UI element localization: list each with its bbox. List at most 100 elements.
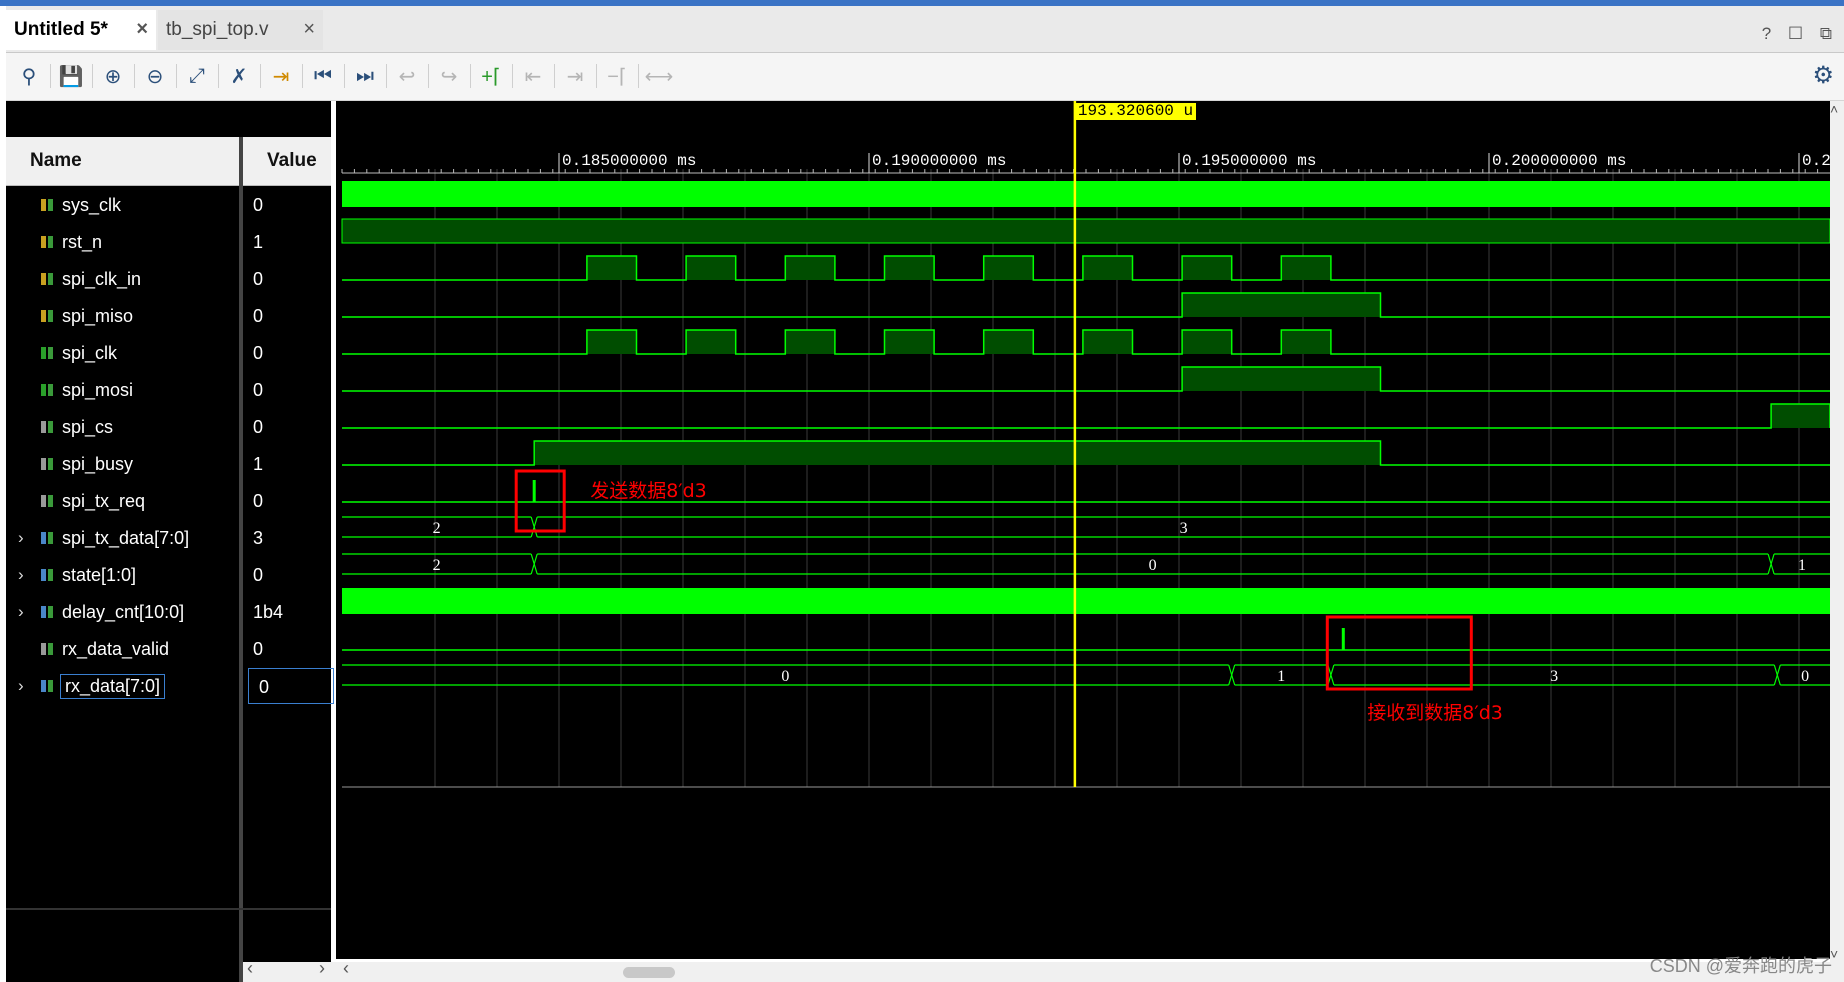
signal-value[interactable]: 1 — [243, 446, 331, 483]
spi-clk-in-wave-fill — [686, 256, 736, 280]
expand-chevron-icon[interactable]: › — [18, 602, 24, 622]
signal-reg-icon — [40, 456, 54, 472]
signal-row-spi-tx-data70[interactable]: › spi_tx_data[7:0] — [6, 520, 239, 557]
state10-wave-value-label: 1 — [1798, 557, 1806, 574]
signal-value[interactable]: 0 — [243, 631, 331, 668]
receive-annotation: 接收到数据8′d3 — [1367, 702, 1503, 724]
waveform-canvas[interactable]: 0.185000000 ms 0.190000000 ms 0.195000000 … — [336, 101, 1844, 959]
tab-label: tb_spi_top.v — [166, 19, 269, 40]
signal-value[interactable]: 1b4 — [243, 594, 331, 631]
go-to-time-zero-icon[interactable]: ⏮ — [306, 60, 340, 92]
previous-transition-icon[interactable]: ↩ — [390, 60, 424, 92]
rx-data70-wave-value-label: 0 — [1801, 668, 1809, 685]
signal-row-spi-miso[interactable]: spi_miso — [6, 298, 239, 335]
receive-highlight-box — [1325, 615, 1473, 691]
scroll-thumb[interactable] — [623, 967, 675, 978]
wave-scroll-left-icon[interactable]: ‹ — [343, 958, 349, 979]
signal-value[interactable]: 0 — [243, 298, 331, 335]
rx-data70-wave-transition — [1231, 664, 1236, 686]
close-icon[interactable]: × — [303, 18, 315, 41]
spi-clk-in-wave-fill — [586, 256, 637, 280]
signal-row-rx-data70[interactable]: › rx_data[7:0] — [6, 668, 239, 705]
signal-value[interactable]: 0 — [243, 483, 331, 520]
signal-row-spi-busy[interactable]: spi_busy — [6, 446, 239, 483]
add-marker-icon[interactable]: +⌈ — [474, 60, 508, 92]
signal-name: rst_n — [62, 232, 103, 252]
value-column-header[interactable]: Value — [243, 137, 331, 186]
signal-value[interactable]: 0 — [243, 261, 331, 298]
expand-chevron-icon[interactable]: › — [18, 676, 24, 696]
name-column-header[interactable]: Name — [6, 137, 239, 186]
scroll-right-icon[interactable]: › — [319, 958, 325, 979]
signal-value[interactable]: 0 — [243, 372, 331, 409]
save-icon[interactable]: 💾 — [54, 60, 88, 92]
rx-data70-wave-value-label: 0 — [781, 668, 789, 685]
waveform-toolbar: ⚲ 💾 ⊕ ⊖ ⤢ ✗ ⇥ ⏮ ⏭ ↩ ↪ +⌈ ⇤ ⇥ −⌈ ⟷ ⚙ — [6, 53, 1844, 101]
panel-divider — [6, 908, 331, 910]
signal-input-icon — [40, 271, 54, 287]
zoom-out-icon[interactable]: ⊖ — [138, 60, 172, 92]
next-transition-icon[interactable]: ↪ — [432, 60, 466, 92]
swap-cursors-icon[interactable]: −⌈ — [600, 60, 634, 92]
close-icon[interactable]: × — [136, 18, 148, 41]
signal-value[interactable]: 0 — [243, 187, 331, 224]
cursor-to-center-icon[interactable]: ✗ — [222, 60, 256, 92]
signal-value-text: 0 — [253, 417, 264, 437]
signal-value[interactable]: 0 — [243, 335, 331, 372]
signal-row-spi-cs[interactable]: spi_cs — [6, 409, 239, 446]
cursor-time-label[interactable]: 193.320600 u — [1074, 103, 1197, 120]
spi-clk-wave-fill — [1281, 330, 1331, 354]
spi-mosi-wave-fill — [1182, 367, 1381, 391]
spi-clk-wave-fill — [586, 330, 637, 354]
signal-row-spi-tx-req[interactable]: spi_tx_req — [6, 483, 239, 520]
tab-tb-spi-top[interactable]: tb_spi_top.v × — [158, 10, 323, 50]
signal-row-rst-n[interactable]: rst_n — [6, 224, 239, 261]
waveform-viewer[interactable]: 0.185000000 ms 0.190000000 ms 0.195000000 … — [336, 101, 1844, 959]
horizontal-scrollbar[interactable]: ‹ › ‹ — [243, 958, 1844, 982]
bus-icon — [40, 604, 54, 620]
previous-marker-icon[interactable]: ⇤ — [516, 60, 550, 92]
signal-name: spi_tx_req — [62, 491, 146, 511]
settings-icon[interactable]: ⚙ — [1812, 61, 1834, 90]
spi-mosi-wave-trace — [342, 366, 1830, 392]
zoom-in-icon[interactable]: ⊕ — [96, 60, 130, 92]
signal-value[interactable]: 0 — [243, 409, 331, 446]
signal-reg-icon — [40, 493, 54, 509]
delay-cnt100-wave — [342, 588, 1830, 614]
signal-name: spi_mosi — [62, 380, 134, 400]
signal-value-text: 0 — [253, 343, 264, 363]
signal-value[interactable]: 3 — [243, 520, 331, 557]
sys-clk-wave — [342, 181, 1830, 207]
signal-row-spi-clk-in[interactable]: spi_clk_in — [6, 261, 239, 298]
signal-row-sys-clk[interactable]: sys_clk — [6, 187, 239, 224]
axis-tick-label: 0.190000000 ms — [872, 152, 1006, 170]
next-marker-icon[interactable]: ⇥ — [558, 60, 592, 92]
signal-row-delay-cnt100[interactable]: › delay_cnt[10:0] — [6, 594, 239, 631]
vertical-scrollbar[interactable]: ˄ ˅ — [1830, 101, 1844, 962]
axis-tick-label: 0.200000000 ms — [1492, 152, 1626, 170]
signal-reg-icon — [40, 419, 54, 435]
send-annotation: 发送数据8′d3 — [590, 480, 707, 502]
signal-value[interactable]: 1 — [243, 224, 331, 261]
signal-row-rx-data-valid[interactable]: rx_data_valid — [6, 631, 239, 668]
signal-value[interactable]: 0 — [248, 668, 334, 704]
tab-untitled-5[interactable]: Untitled 5* × — [6, 10, 156, 50]
watermark: CSDN @爱奔跑的虎子 — [1649, 956, 1832, 976]
signal-row-state10[interactable]: › state[1:0] — [6, 557, 239, 594]
signal-name: rx_data_valid — [62, 639, 170, 659]
scroll-up-icon[interactable]: ˄ — [1830, 101, 1838, 117]
signal-row-spi-mosi[interactable]: spi_mosi — [6, 372, 239, 409]
signal-value[interactable]: 0 — [243, 557, 331, 594]
snap-to-transition-icon[interactable]: ⟷ — [642, 60, 676, 92]
window-controls[interactable]: ? ☐ ⧉ — [1762, 24, 1838, 44]
expand-chevron-icon[interactable]: › — [18, 565, 24, 585]
expand-chevron-icon[interactable]: › — [18, 528, 24, 548]
go-to-cursor-icon[interactable]: ⇥ — [264, 60, 298, 92]
go-to-last-time-icon[interactable]: ⏭ — [348, 60, 382, 92]
zoom-fit-icon[interactable]: ⤢ — [180, 60, 214, 92]
signal-row-spi-clk[interactable]: spi_clk — [6, 335, 239, 372]
signal-value-text: 3 — [253, 528, 264, 548]
search-icon[interactable]: ⚲ — [12, 60, 46, 92]
rst-n-wave — [341, 218, 1831, 244]
scroll-left-icon[interactable]: ‹ — [247, 958, 253, 979]
